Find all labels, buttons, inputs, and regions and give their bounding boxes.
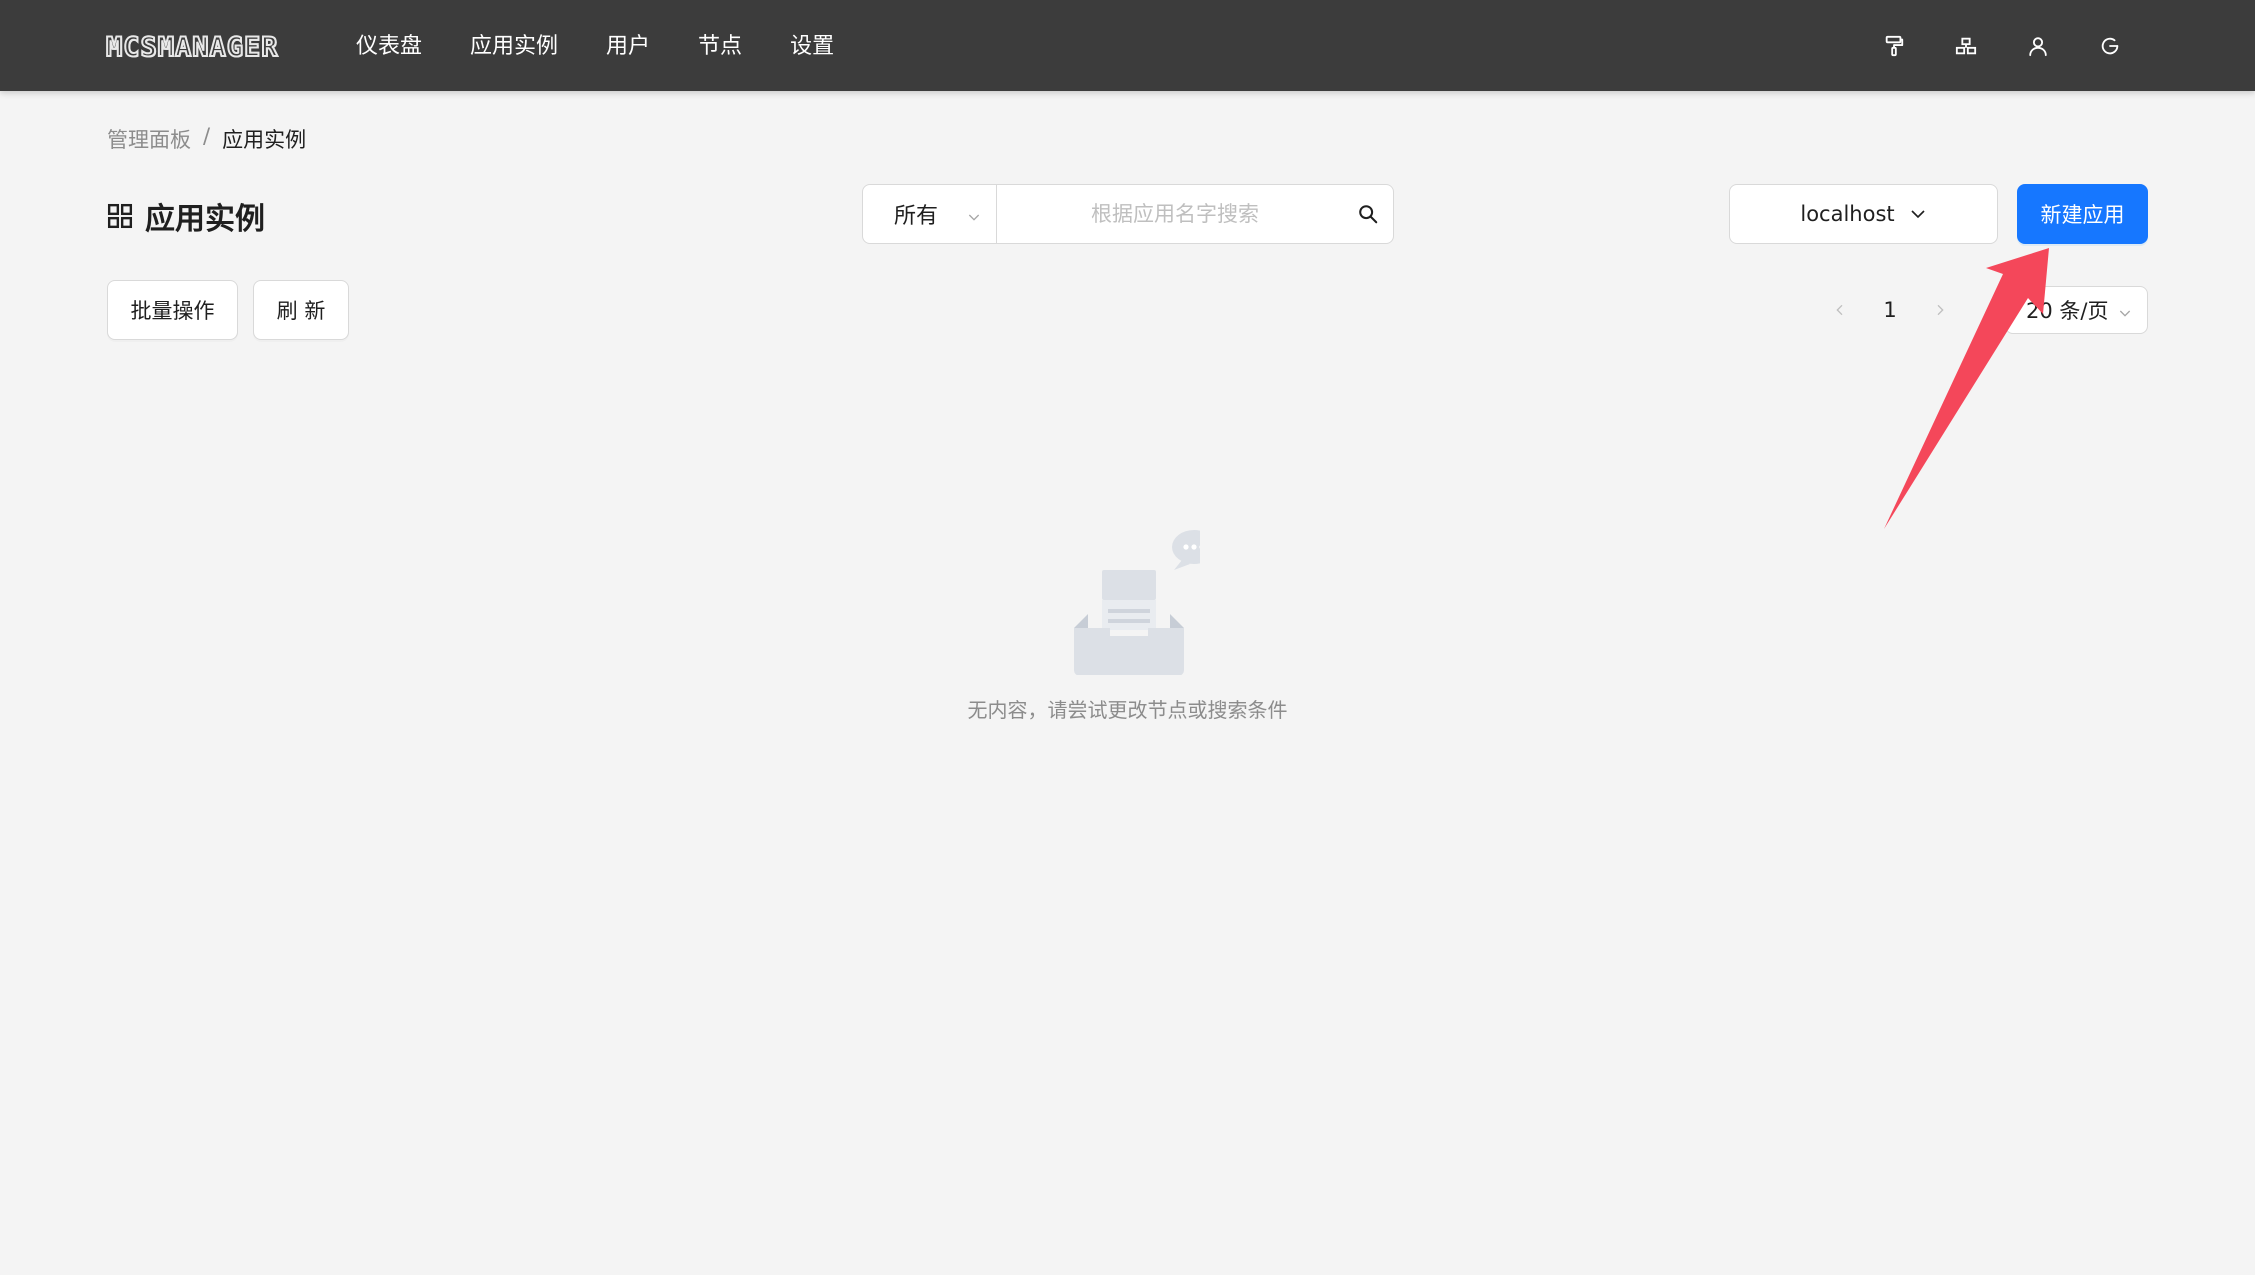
breadcrumb-dashboard[interactable]: 管理面板 [107,124,191,154]
page-title: 应用实例 [107,196,265,237]
chevron-down-icon [1909,205,1927,223]
refresh-icon [2101,37,2119,55]
breadcrumb: 管理面板 / 应用实例 [107,124,306,154]
nav-item-settings[interactable]: 设置 [790,0,834,91]
breadcrumb-separator: / [203,124,211,148]
chevron-right-icon [1937,304,1944,316]
page-title-text: 应用实例 [145,202,265,237]
chevron-down-icon [2117,302,2133,326]
chevron-left-icon [1836,304,1843,316]
breadcrumb-current: 应用实例 [222,128,307,152]
batch-operation-button[interactable]: 批量操作 [107,280,238,340]
search-icon[interactable] [1357,203,1379,229]
nav-item-nodes[interactable]: 节点 [698,0,742,91]
page-size-select[interactable]: 20 条/页 [2005,286,2148,334]
node-select[interactable]: localhost [1729,184,1998,244]
nav-item-dashboard[interactable]: 仪表盘 [356,0,422,91]
paint-roller-icon [1885,35,1904,57]
theme-button[interactable] [1870,26,1918,66]
grid-icon [107,203,133,229]
type-filter-select[interactable]: 所有 [863,185,997,243]
empty-state-text: 无内容，请尝试更改节点或搜索条件 [967,698,1288,722]
page-number[interactable]: 1 [1860,298,1920,322]
logout-button[interactable] [2086,26,2134,66]
search-input[interactable] [997,185,1393,243]
page-size-value: 20 条/页 [2026,299,2109,323]
prev-page-button[interactable] [1820,288,1860,332]
refresh-button[interactable]: 刷 新 [253,280,349,340]
nav-item-users[interactable]: 用户 [606,0,650,91]
next-page-button[interactable] [1920,288,1960,332]
network-icon [1955,37,1977,55]
pagination: 1 [1820,288,1960,332]
user-button[interactable] [2014,26,2062,66]
main-menu: 仪表盘 应用实例 用户 节点 设置 [356,0,882,91]
instance-search-group: 所有 [862,184,1394,244]
empty-inbox-icon [1074,530,1200,675]
top-navbar: MCSMANAGER 仪表盘 应用实例 用户 节点 设置 [0,0,2255,91]
create-instance-button[interactable]: 新建应用 [2017,184,2148,244]
type-filter-value: 所有 [894,204,939,229]
nav-item-instances[interactable]: 应用实例 [470,0,558,91]
node-select-value: localhost [1800,202,1895,226]
user-icon [2029,37,2047,57]
app-logo[interactable]: MCSMANAGER [105,32,279,64]
nodes-overview-button[interactable] [1942,26,1990,66]
chevron-down-icon [966,206,982,231]
navbar-tools [1870,26,2134,66]
